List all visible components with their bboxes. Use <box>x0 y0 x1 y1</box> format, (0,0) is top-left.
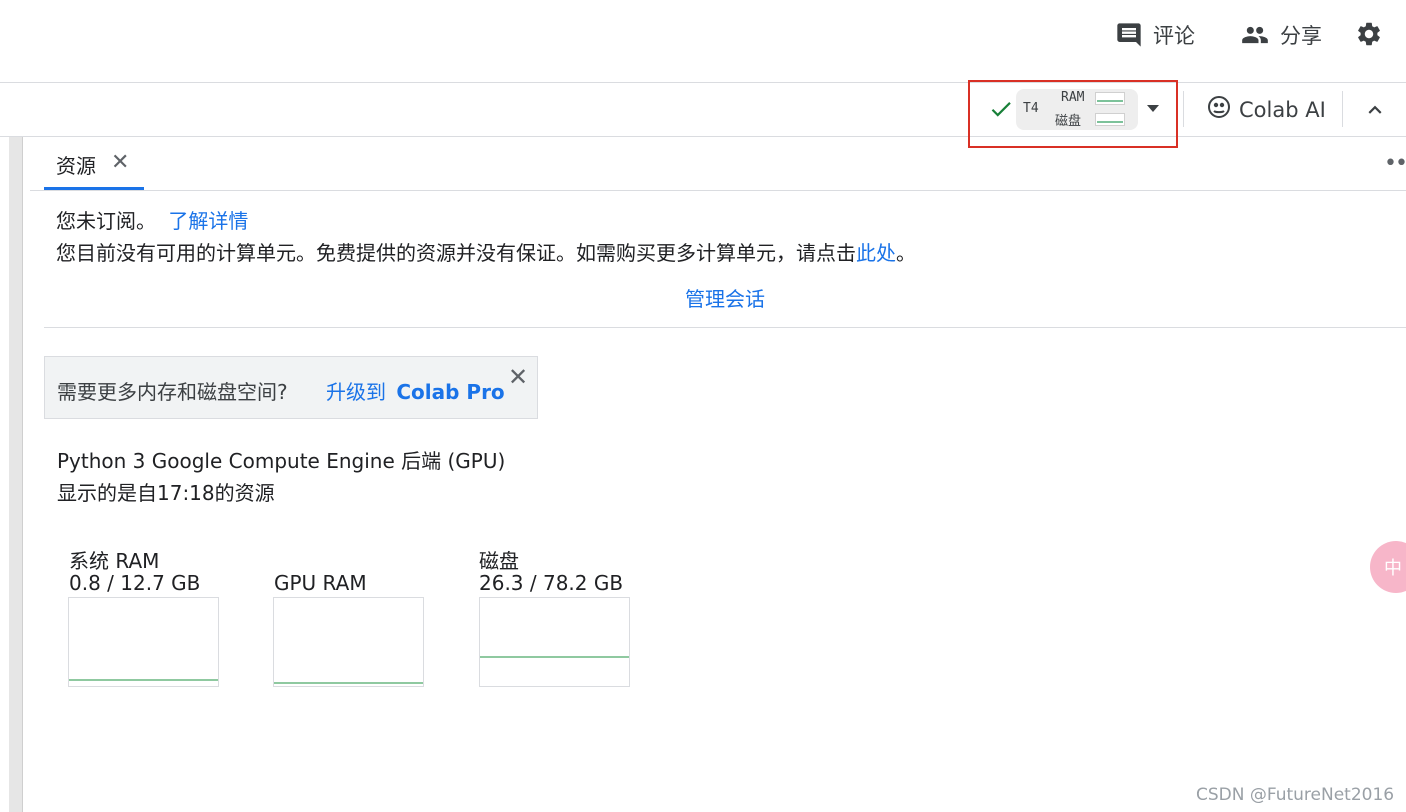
top-header <box>0 0 1406 83</box>
upgrade-product: Colab Pro <box>396 380 505 404</box>
people-icon <box>1240 21 1270 49</box>
close-icon[interactable]: ✕ <box>111 150 129 175</box>
message-period: 。 <box>896 241 916 265</box>
gpu-ram-title: GPU RAM <box>274 571 367 595</box>
disk-usage-line <box>480 655 629 658</box>
upgrade-prefix: 升级到 <box>326 380 386 404</box>
section-divider <box>44 327 1406 328</box>
system-ram-value: 0.8 / 12.7 GB <box>69 571 201 595</box>
upgrade-question: 需要更多内存和磁盘空间? <box>57 380 288 404</box>
gpu-ram-usage-line <box>274 682 423 684</box>
collapse-button[interactable] <box>1362 97 1388 127</box>
floating-translate-button[interactable]: 中 <box>1370 541 1406 593</box>
disk-title: 磁盘 <box>479 549 519 573</box>
comment-label: 评论 <box>1153 24 1195 48</box>
watermark: CSDN @FutureNet2016 <box>1196 785 1395 805</box>
disk-label: 磁盘 <box>1055 114 1082 129</box>
tab-divider <box>30 190 1406 191</box>
gear-icon <box>1355 22 1383 52</box>
subscription-status-text: 您未订阅。 <box>56 209 156 233</box>
comment-button[interactable]: 评论 <box>1115 20 1195 50</box>
left-rail <box>9 137 23 812</box>
check-icon <box>988 96 1014 126</box>
fab-label: 中 <box>1384 558 1402 579</box>
toolbar-divider <box>1183 91 1184 127</box>
subscription-status: 您未订阅。 了解详情 <box>56 205 248 234</box>
backend-info: Python 3 Google Compute Engine 后端 (GPU) <box>57 449 506 473</box>
chevron-up-icon <box>1362 105 1388 127</box>
disk-chart <box>479 597 630 687</box>
system-ram-usage-line <box>69 678 218 681</box>
system-ram-chart <box>68 597 219 687</box>
ram-label: RAM <box>1061 90 1085 105</box>
since-info: 显示的是自17:18的资源 <box>57 481 275 505</box>
upgrade-link[interactable]: 升级到 Colab Pro <box>326 376 505 405</box>
compute-units-text: 您目前没有可用的计算单元。免费提供的资源并没有保证。如需购买更多计算单元，请点击 <box>56 241 856 265</box>
share-label: 分享 <box>1280 24 1322 48</box>
ram-mini-bar <box>1095 92 1125 105</box>
gpu-ram-chart <box>273 597 424 687</box>
manage-sessions-link[interactable]: 管理会话 <box>685 283 765 312</box>
colab-ai-label: Colab AI <box>1239 97 1326 122</box>
chevron-down-icon[interactable] <box>1147 105 1159 112</box>
system-ram-title: 系统 RAM <box>69 549 160 573</box>
toolbar-divider-2 <box>1342 91 1343 127</box>
colab-ai-icon <box>1207 95 1231 124</box>
comment-icon <box>1115 21 1143 49</box>
colab-ai-button[interactable]: Colab AI <box>1207 95 1326 124</box>
notebook-toolbar <box>0 83 1406 137</box>
more-horiz-icon[interactable]: ••• <box>1384 151 1406 176</box>
runtime-status-button[interactable]: T4 RAM 磁盘 <box>1016 89 1138 130</box>
learn-more-link[interactable]: 了解详情 <box>168 209 248 233</box>
compute-units-message: 您目前没有可用的计算单元。免费提供的资源并没有保证。如需购买更多计算单元，请点击… <box>56 237 916 266</box>
close-banner-icon[interactable]: ✕ <box>508 363 528 391</box>
disk-value: 26.3 / 78.2 GB <box>479 571 624 595</box>
share-button[interactable]: 分享 <box>1240 20 1322 50</box>
here-link[interactable]: 此处 <box>856 241 896 265</box>
disk-mini-bar <box>1095 113 1125 126</box>
settings-button[interactable] <box>1355 20 1383 52</box>
tab-resources-label: 资源 <box>56 154 96 178</box>
accelerator-label: T4 <box>1023 101 1039 116</box>
